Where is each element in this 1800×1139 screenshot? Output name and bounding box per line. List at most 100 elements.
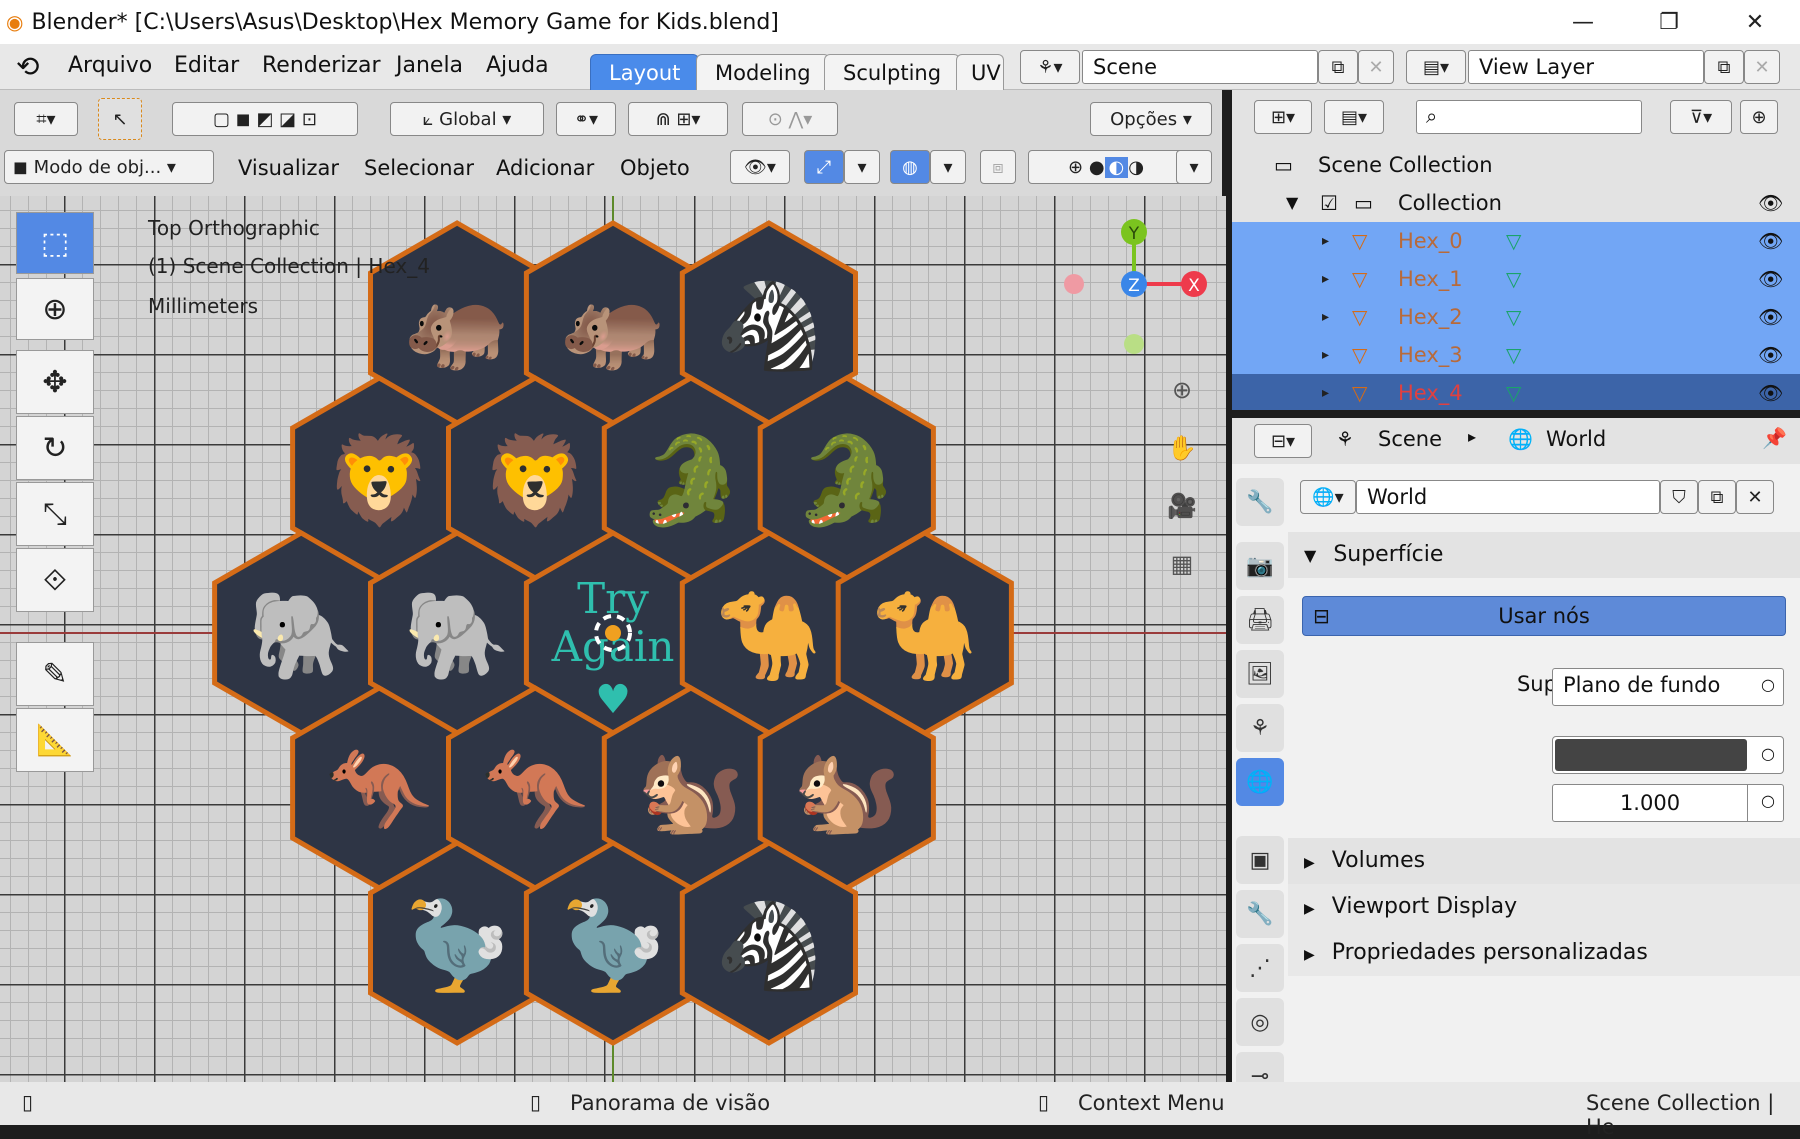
menu-editar[interactable]: Editar [174,53,239,78]
section-viewport-display[interactable]: ▶ Viewport Display [1288,884,1800,930]
collection-eye-icon[interactable]: 👁 [1758,184,1783,222]
world-copy-icon[interactable]: ⧉ [1698,480,1736,514]
editor-type-icon[interactable]: ⌗▾ [14,102,78,136]
visibility-eye-icon[interactable]: 👁 [1758,336,1783,374]
tool-move[interactable]: ✥ [16,350,94,414]
outliner-search-input[interactable] [1416,100,1642,134]
scene-selector-icon[interactable]: ⚘▾ [1020,50,1080,84]
overlay-toggle-icon[interactable]: ◍ [890,150,930,184]
menu-selecionar[interactable]: Selecionar [364,156,474,180]
expand-arrow-icon[interactable]: ▸ [1322,336,1329,374]
camera-icon[interactable]: 🎥 [1164,488,1200,524]
menu-renderizar[interactable]: Renderizar [262,53,381,78]
pan-hand-icon[interactable]: ✋ [1164,430,1200,466]
outliner-row-hex[interactable]: ▸ ▽ Hex_3 ▽ 👁 [1232,336,1800,374]
grid-toggle-icon[interactable]: ▦ [1164,546,1200,582]
expand-arrow-icon[interactable]: ▸ [1322,298,1329,336]
view-layer-field[interactable]: View Layer [1468,50,1704,84]
expand-arrow-icon[interactable]: ▼ [1286,184,1298,222]
tool-measure[interactable]: 📐 [16,708,94,772]
shading-mode-buttons[interactable]: ⊕ ● ◐ ◑ [1028,150,1184,184]
tab-world-icon[interactable]: 🌐 [1236,758,1284,806]
tab-modeling[interactable]: Modeling [696,54,830,90]
tab-tool-icon[interactable]: 🔧 [1236,478,1284,526]
outliner-row-hex[interactable]: ▸ ▽ Hex_1 ▽ 👁 [1232,260,1800,298]
tab-data-icon[interactable]: ⋰ [1236,944,1284,992]
mesh-data-icon[interactable]: ▽ [1506,260,1521,298]
color-field[interactable]: ○ [1552,736,1784,774]
proportional-editing-icon[interactable]: ⊙ ⋀▾ [742,102,838,136]
menu-visualizar[interactable]: Visualizar [238,156,339,180]
outliner-row-hex[interactable]: ▸ ▽ Hex_2 ▽ 👁 [1232,298,1800,336]
tool-annotate[interactable]: ✎ [16,642,94,706]
tool-transform[interactable]: ⟐ [16,548,94,612]
strength-link-icon[interactable]: ○ [1761,785,1775,817]
tab-uv[interactable]: UV [956,54,1004,90]
outliner-row-hex[interactable]: ▸ ▽ Hex_4 ▽ 👁 [1232,374,1800,410]
tab-output-icon[interactable]: 🖨 [1236,596,1284,644]
select-mode-buttons[interactable]: ▢ ◼ ◩ ◪ ⊡ [172,102,358,136]
shading-dropdown-icon[interactable]: ▾ [1176,150,1212,184]
tab-layout[interactable]: Layout [590,54,700,90]
mesh-data-icon[interactable]: ▽ [1506,222,1521,260]
zoom-icon[interactable]: ⊕ [1164,372,1200,408]
scene-name-field[interactable]: Scene [1082,50,1318,84]
breadcrumb-scene[interactable]: Scene [1378,427,1442,451]
new-collection-icon[interactable]: ⊕ [1740,100,1778,134]
gizmo-dropdown-icon[interactable]: ▾ [844,150,880,184]
outliner-row-collection[interactable]: ▼ ☑ ▭ Collection 👁 [1232,184,1800,222]
select-tool-icon[interactable]: ↖ [98,98,142,140]
view-layer-remove-icon[interactable]: ✕ [1744,50,1780,84]
tool-select-box[interactable]: ⬚ [16,212,94,274]
menu-objeto[interactable]: Objeto [620,156,690,180]
mode-dropdown[interactable]: ◼ Modo de obj... ▾ [4,150,214,184]
visibility-eye-icon[interactable]: 👁▾ [730,150,790,184]
tab-scene-icon[interactable]: ⚘ [1236,704,1284,752]
surface-shader-field[interactable]: Plano de fundo ○ [1552,668,1784,706]
view-layer-selector-icon[interactable]: ▤▾ [1406,50,1466,84]
overlay-dropdown-icon[interactable]: ▾ [930,150,966,184]
menu-ajuda[interactable]: Ajuda [486,53,549,78]
transform-orientation-dropdown[interactable]: ⟀ Global ▾ [390,102,544,136]
blender-menu-icon[interactable]: ⟲ [16,50,39,83]
view-layer-copy-icon[interactable]: ⧉ [1704,50,1744,84]
filter-icon[interactable]: ⊽▾ [1670,100,1732,134]
shader-link-icon[interactable]: ○ [1761,669,1775,701]
tab-sculpting[interactable]: Sculpting [824,54,961,90]
section-surface[interactable]: ▼ Superfície [1288,532,1800,578]
tool-cursor[interactable]: ⊕ [16,278,94,340]
options-dropdown[interactable]: Opções ▾ [1090,102,1212,136]
xray-toggle-icon[interactable]: ⧈ [980,150,1016,184]
expand-arrow-icon[interactable]: ▸ [1322,374,1329,410]
gizmo-toggle-icon[interactable]: ⤢ [804,150,844,184]
outliner-row-hex[interactable]: ▸ ▽ Hex_0 ▽ 👁 [1232,222,1800,260]
menu-adicionar[interactable]: Adicionar [496,156,594,180]
minimize-icon[interactable]: — [1540,0,1626,44]
world-name-field[interactable]: World [1356,480,1660,514]
breadcrumb-world[interactable]: World [1546,427,1606,451]
display-mode-icon[interactable]: ▤▾ [1324,100,1384,134]
navigation-gizmo[interactable]: Y X Z [1050,210,1210,360]
mesh-data-icon[interactable]: ▽ [1506,374,1521,410]
tab-object-icon[interactable]: ▣ [1236,836,1284,884]
color-swatch[interactable] [1555,739,1747,771]
tab-modifiers-icon[interactable]: 🔧 [1236,890,1284,938]
collection-checkbox[interactable]: ☑ [1320,184,1338,222]
snapping-icon[interactable]: ⋒ ⊞▾ [628,102,728,136]
section-volumes[interactable]: ▶ Volumes [1288,838,1800,884]
tool-rotate[interactable]: ↻ [16,416,94,480]
use-nodes-button[interactable]: ⊟ Usar nós [1302,596,1786,636]
visibility-eye-icon[interactable]: 👁 [1758,260,1783,298]
expand-arrow-icon[interactable]: ▸ [1322,260,1329,298]
mesh-data-icon[interactable]: ▽ [1506,298,1521,336]
scene-copy-icon[interactable]: ⧉ [1318,50,1358,84]
tool-scale[interactable]: ⤡ [16,482,94,546]
menu-janela[interactable]: Janela [396,53,463,78]
mesh-data-icon[interactable]: ▽ [1506,336,1521,374]
visibility-eye-icon[interactable]: 👁 [1758,222,1783,260]
pivot-point-icon[interactable]: ⚭▾ [556,102,616,136]
tab-physics-icon[interactable]: ◎ [1236,998,1284,1046]
section-custom-properties[interactable]: ▶ Propriedades personalizadas [1288,930,1800,976]
expand-arrow-icon[interactable]: ▸ [1322,222,1329,260]
outliner-editor-type-icon[interactable]: ⊞▾ [1254,100,1312,134]
